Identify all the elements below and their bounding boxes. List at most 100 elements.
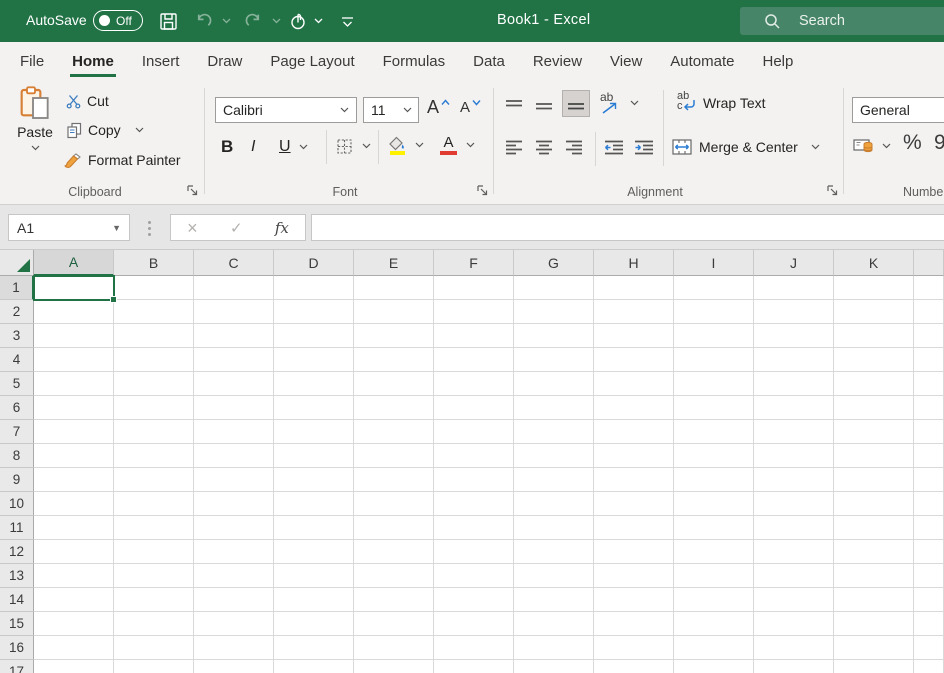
tab-file[interactable]: File [6,42,58,82]
cell-B14[interactable] [114,588,194,612]
row-header-10[interactable]: 10 [0,492,34,516]
search-box[interactable]: Search [740,7,944,35]
cell-D4[interactable] [274,348,354,372]
cell-partial-5[interactable] [914,372,944,396]
cell-B7[interactable] [114,420,194,444]
cell-H3[interactable] [594,324,674,348]
underline-dropdown-icon[interactable] [299,144,308,150]
redo-dropdown-icon[interactable] [269,11,283,31]
cell-F5[interactable] [434,372,514,396]
cell-F14[interactable] [434,588,514,612]
cell-partial-13[interactable] [914,564,944,588]
cell-I7[interactable] [674,420,754,444]
cell-D2[interactable] [274,300,354,324]
tab-help[interactable]: Help [749,42,808,82]
cell-G3[interactable] [514,324,594,348]
cell-partial-1[interactable] [914,276,944,300]
cell-partial-17[interactable] [914,660,944,673]
cell-H1[interactable] [594,276,674,300]
cell-G2[interactable] [514,300,594,324]
font-dialog-launcher-icon[interactable] [476,184,489,197]
cell-D17[interactable] [274,660,354,673]
cell-F3[interactable] [434,324,514,348]
row-header-8[interactable]: 8 [0,444,34,468]
cell-A10[interactable] [34,492,114,516]
cell-K16[interactable] [834,636,914,660]
cell-E7[interactable] [354,420,434,444]
column-header-B[interactable]: B [114,250,194,276]
cell-I6[interactable] [674,396,754,420]
tab-review[interactable]: Review [519,42,596,82]
cell-partial-14[interactable] [914,588,944,612]
cell-C1[interactable] [194,276,274,300]
font-color-dropdown-icon[interactable] [466,142,475,148]
name-box[interactable]: A1 ▼ [8,214,130,241]
enter-icon[interactable]: ✓ [230,219,243,237]
touch-mode-icon[interactable] [287,11,309,31]
row-header-11[interactable]: 11 [0,516,34,540]
column-header-G[interactable]: G [514,250,594,276]
cell-J6[interactable] [754,396,834,420]
cell-B15[interactable] [114,612,194,636]
cell-K9[interactable] [834,468,914,492]
fill-color-dropdown-icon[interactable] [415,142,424,148]
cell-J15[interactable] [754,612,834,636]
cell-J5[interactable] [754,372,834,396]
cell-A9[interactable] [34,468,114,492]
row-header-4[interactable]: 4 [0,348,34,372]
cell-partial-9[interactable] [914,468,944,492]
cell-J14[interactable] [754,588,834,612]
tab-formulas[interactable]: Formulas [369,42,460,82]
cell-G15[interactable] [514,612,594,636]
format-painter-button[interactable]: Format Painter [64,149,181,171]
cell-G14[interactable] [514,588,594,612]
select-all-corner[interactable] [0,250,34,276]
undo-dropdown-icon[interactable] [219,11,233,31]
paste-button[interactable]: Paste [8,86,62,178]
cell-B13[interactable] [114,564,194,588]
cell-partial-10[interactable] [914,492,944,516]
cell-J17[interactable] [754,660,834,673]
cell-E15[interactable] [354,612,434,636]
qat-customize-icon[interactable] [336,11,358,31]
cell-D14[interactable] [274,588,354,612]
tab-automate[interactable]: Automate [656,42,748,82]
font-color-button[interactable]: A [440,134,475,156]
cell-I5[interactable] [674,372,754,396]
cell-B9[interactable] [114,468,194,492]
cell-C15[interactable] [194,612,274,636]
cell-D13[interactable] [274,564,354,588]
fill-color-button[interactable] [388,134,424,156]
increase-font-button[interactable]: A [427,96,450,118]
cell-B5[interactable] [114,372,194,396]
cell-F6[interactable] [434,396,514,420]
cell-G16[interactable] [514,636,594,660]
cell-I4[interactable] [674,348,754,372]
cell-C12[interactable] [194,540,274,564]
column-header-K[interactable]: K [834,250,914,276]
cell-H17[interactable] [594,660,674,673]
cell-E1[interactable] [354,276,434,300]
cell-D16[interactable] [274,636,354,660]
cell-H11[interactable] [594,516,674,540]
copy-dropdown-icon[interactable] [135,127,144,133]
increase-indent-button[interactable] [634,137,654,159]
cell-H7[interactable] [594,420,674,444]
cell-D10[interactable] [274,492,354,516]
cell-A4[interactable] [34,348,114,372]
name-box-dropdown-icon[interactable]: ▼ [112,223,121,233]
row-header-16[interactable]: 16 [0,636,34,660]
tab-data[interactable]: Data [459,42,519,82]
top-align-button[interactable] [505,96,523,118]
tab-home[interactable]: Home [58,42,128,82]
cell-E10[interactable] [354,492,434,516]
merge-center-dropdown-icon[interactable] [811,144,820,150]
cell-F9[interactable] [434,468,514,492]
cell-B3[interactable] [114,324,194,348]
cell-I9[interactable] [674,468,754,492]
tab-page-layout[interactable]: Page Layout [256,42,368,82]
cell-F1[interactable] [434,276,514,300]
cell-K2[interactable] [834,300,914,324]
borders-button[interactable] [336,135,371,157]
cell-G6[interactable] [514,396,594,420]
